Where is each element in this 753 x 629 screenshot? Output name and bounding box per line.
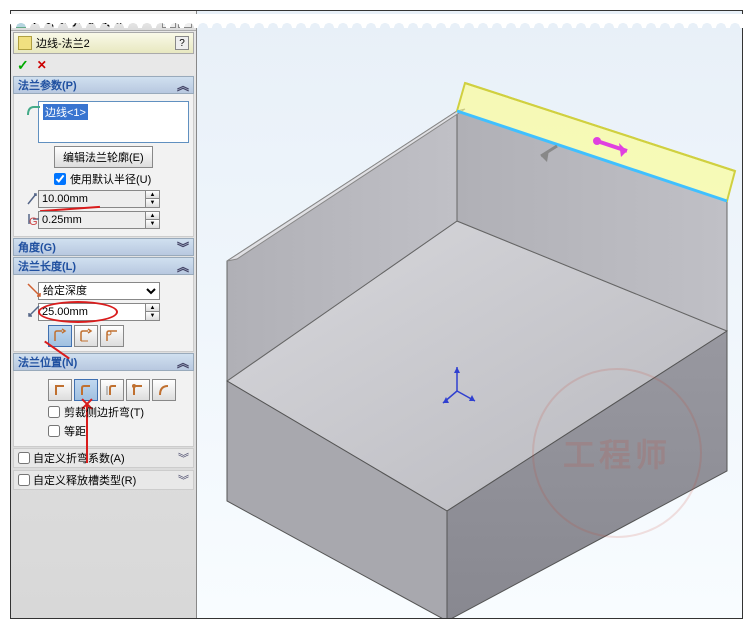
end-condition-icon [26, 282, 42, 298]
length-tangent-icon[interactable] [100, 325, 124, 347]
use-default-radius-checkbox[interactable] [54, 173, 66, 185]
pos-tangent-icon[interactable] [152, 379, 176, 401]
section-params-title: 法兰参数(P) [18, 77, 77, 93]
position-type-group [48, 379, 189, 401]
custom-bend-checkbox[interactable] [18, 452, 30, 464]
length-type-group [48, 325, 189, 347]
gap-input[interactable] [38, 211, 146, 229]
trim-side-bends-check[interactable]: 剪裁侧边折弯(T) [48, 404, 189, 420]
model-canvas [197, 11, 742, 618]
section-params-body: 边线<1> 编辑法兰轮廓(E) 使用默认半径(U) ▲▼ G [13, 94, 194, 237]
feature-name: 边线-法兰2 [36, 35, 175, 51]
edge-item[interactable]: 边线<1> [43, 104, 88, 120]
help-button[interactable]: ? [175, 36, 189, 50]
watermark: 工程师 [532, 368, 702, 538]
section-params-header[interactable]: 法兰参数(P) ︽ [13, 76, 194, 94]
section-length-header[interactable]: 法兰长度(L) ︽ [13, 257, 194, 275]
radius-spinner[interactable]: ▲▼ [146, 190, 160, 208]
custom-bend-row[interactable]: 自定义折弯系数(A) ︾ [13, 448, 194, 468]
section-position-header[interactable]: 法兰位置(N) ︽ [13, 353, 194, 371]
edit-profile-button[interactable]: 编辑法兰轮廓(E) [54, 146, 153, 168]
section-position-body: 剪裁侧边折弯(T) 等距 [13, 371, 194, 447]
gap-icon: G [26, 211, 42, 227]
length-input[interactable] [38, 303, 146, 321]
property-manager-panel: PropertyManager 📌 ▸ 边线-法兰2 ? ✓ ✕ 法兰参数(P)… [11, 11, 197, 618]
section-angle-title: 角度(G) [18, 239, 56, 255]
edge-selection-list[interactable]: 边线<1> [38, 101, 189, 143]
pos-material-inside-icon[interactable] [48, 379, 72, 401]
cancel-button[interactable]: ✕ [37, 58, 47, 72]
use-default-radius-check[interactable]: 使用默认半径(U) [54, 171, 189, 187]
length-icon [26, 303, 42, 319]
chevron-down-icon: ︾ [178, 472, 189, 488]
custom-bend-label: 自定义折弯系数(A) [33, 450, 125, 466]
gap-spinner[interactable]: ▲▼ [146, 211, 160, 229]
svg-text:G: G [29, 216, 38, 227]
custom-relief-label: 自定义释放槽类型(R) [33, 472, 136, 488]
section-length-title: 法兰长度(L) [18, 258, 76, 274]
chevron-up-icon: ︽ [177, 258, 189, 275]
edge-select-icon [26, 101, 42, 117]
pos-virtual-sharp-icon[interactable] [126, 379, 150, 401]
ok-button[interactable]: ✓ [17, 57, 29, 74]
pos-material-outside-icon[interactable] [74, 379, 98, 401]
section-length-body: 给定深度 ▲▼ [13, 275, 194, 352]
length-spinner[interactable]: ▲▼ [146, 303, 160, 321]
end-condition-select[interactable]: 给定深度 [38, 282, 160, 300]
section-angle-header[interactable]: 角度(G) ︾ [13, 238, 194, 256]
pos-bend-outside-icon[interactable] [100, 379, 124, 401]
chevron-up-icon: ︽ [177, 354, 189, 371]
use-default-radius-label: 使用默认半径(U) [70, 171, 151, 187]
offset-check[interactable]: 等距 [48, 423, 189, 439]
radius-icon [26, 190, 42, 206]
chevron-down-icon: ︾ [178, 450, 189, 466]
feature-bar: 边线-法兰2 ? [13, 32, 194, 54]
chevron-up-icon: ︽ [177, 77, 189, 94]
chevron-down-icon: ︾ [177, 239, 189, 256]
custom-relief-row[interactable]: 自定义释放槽类型(R) ︾ [13, 470, 194, 490]
length-inner-icon[interactable] [74, 325, 98, 347]
trim-side-bends-checkbox[interactable] [48, 406, 60, 418]
trim-side-bends-label: 剪裁侧边折弯(T) [64, 404, 144, 420]
length-outer-icon[interactable] [48, 325, 72, 347]
offset-label: 等距 [64, 423, 86, 439]
section-position-title: 法兰位置(N) [18, 354, 77, 370]
radius-input[interactable] [38, 190, 146, 208]
edge-flange-icon [18, 36, 32, 50]
ok-cancel-bar: ✓ ✕ [11, 55, 196, 75]
custom-relief-checkbox[interactable] [18, 474, 30, 486]
offset-checkbox[interactable] [48, 425, 60, 437]
3d-viewport[interactable]: 工程师 [197, 11, 742, 618]
